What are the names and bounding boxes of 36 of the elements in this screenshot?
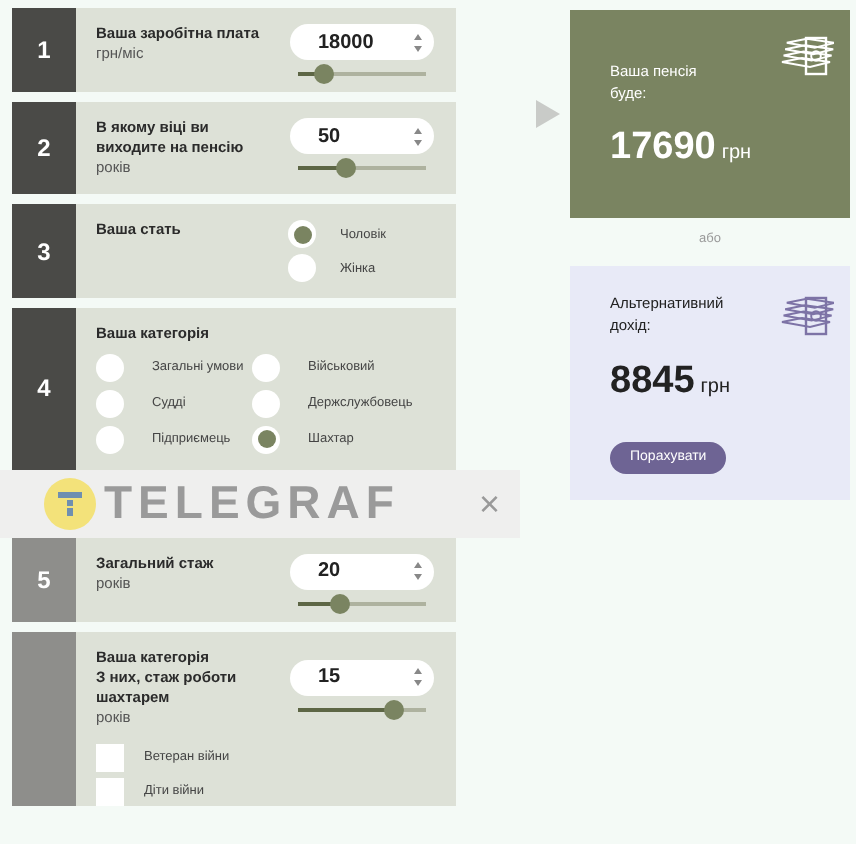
checkbox[interactable] <box>96 744 124 772</box>
step-number: 5 <box>37 563 51 597</box>
spinner-icon[interactable] <box>414 562 422 580</box>
radio-button[interactable] <box>96 425 124 453</box>
radio-button[interactable] <box>252 425 280 453</box>
spinner-icon[interactable] <box>414 127 422 145</box>
slider-thumb[interactable] <box>336 158 357 178</box>
step-number: 4 <box>37 372 51 407</box>
amount-value: 8845 <box>610 360 695 403</box>
triangle-arrow-icon <box>536 100 560 128</box>
number-input[interactable]: 20 <box>290 553 434 589</box>
radio-button[interactable] <box>96 353 124 381</box>
radio-button[interactable] <box>96 389 124 417</box>
spinner-icon[interactable] <box>414 33 422 51</box>
logo-icon <box>44 477 96 529</box>
radio-button[interactable] <box>252 353 280 381</box>
currency-label: грн <box>721 142 752 164</box>
step-number: 1 <box>37 34 51 68</box>
number-input[interactable]: 15 <box>290 659 434 695</box>
money-stack-icon <box>778 34 834 78</box>
step-number: 2 <box>37 132 51 167</box>
amount-value: 17690 <box>610 126 716 168</box>
number-input[interactable]: 18000 <box>290 24 434 60</box>
slider-thumb[interactable] <box>330 593 351 613</box>
number-input[interactable]: 50 <box>290 118 434 154</box>
radio-button[interactable] <box>252 389 280 417</box>
money-stack-icon <box>778 294 834 339</box>
currency-label: грн <box>700 376 731 399</box>
spinner-icon[interactable] <box>414 668 422 686</box>
radio-button[interactable] <box>288 220 316 249</box>
checkbox[interactable] <box>96 778 124 806</box>
step-number: 3 <box>37 235 51 270</box>
radio-button[interactable] <box>288 254 316 283</box>
slider-thumb[interactable] <box>313 64 334 84</box>
slider-thumb[interactable] <box>384 699 404 719</box>
logo-text: TELEGRAF <box>104 474 400 533</box>
